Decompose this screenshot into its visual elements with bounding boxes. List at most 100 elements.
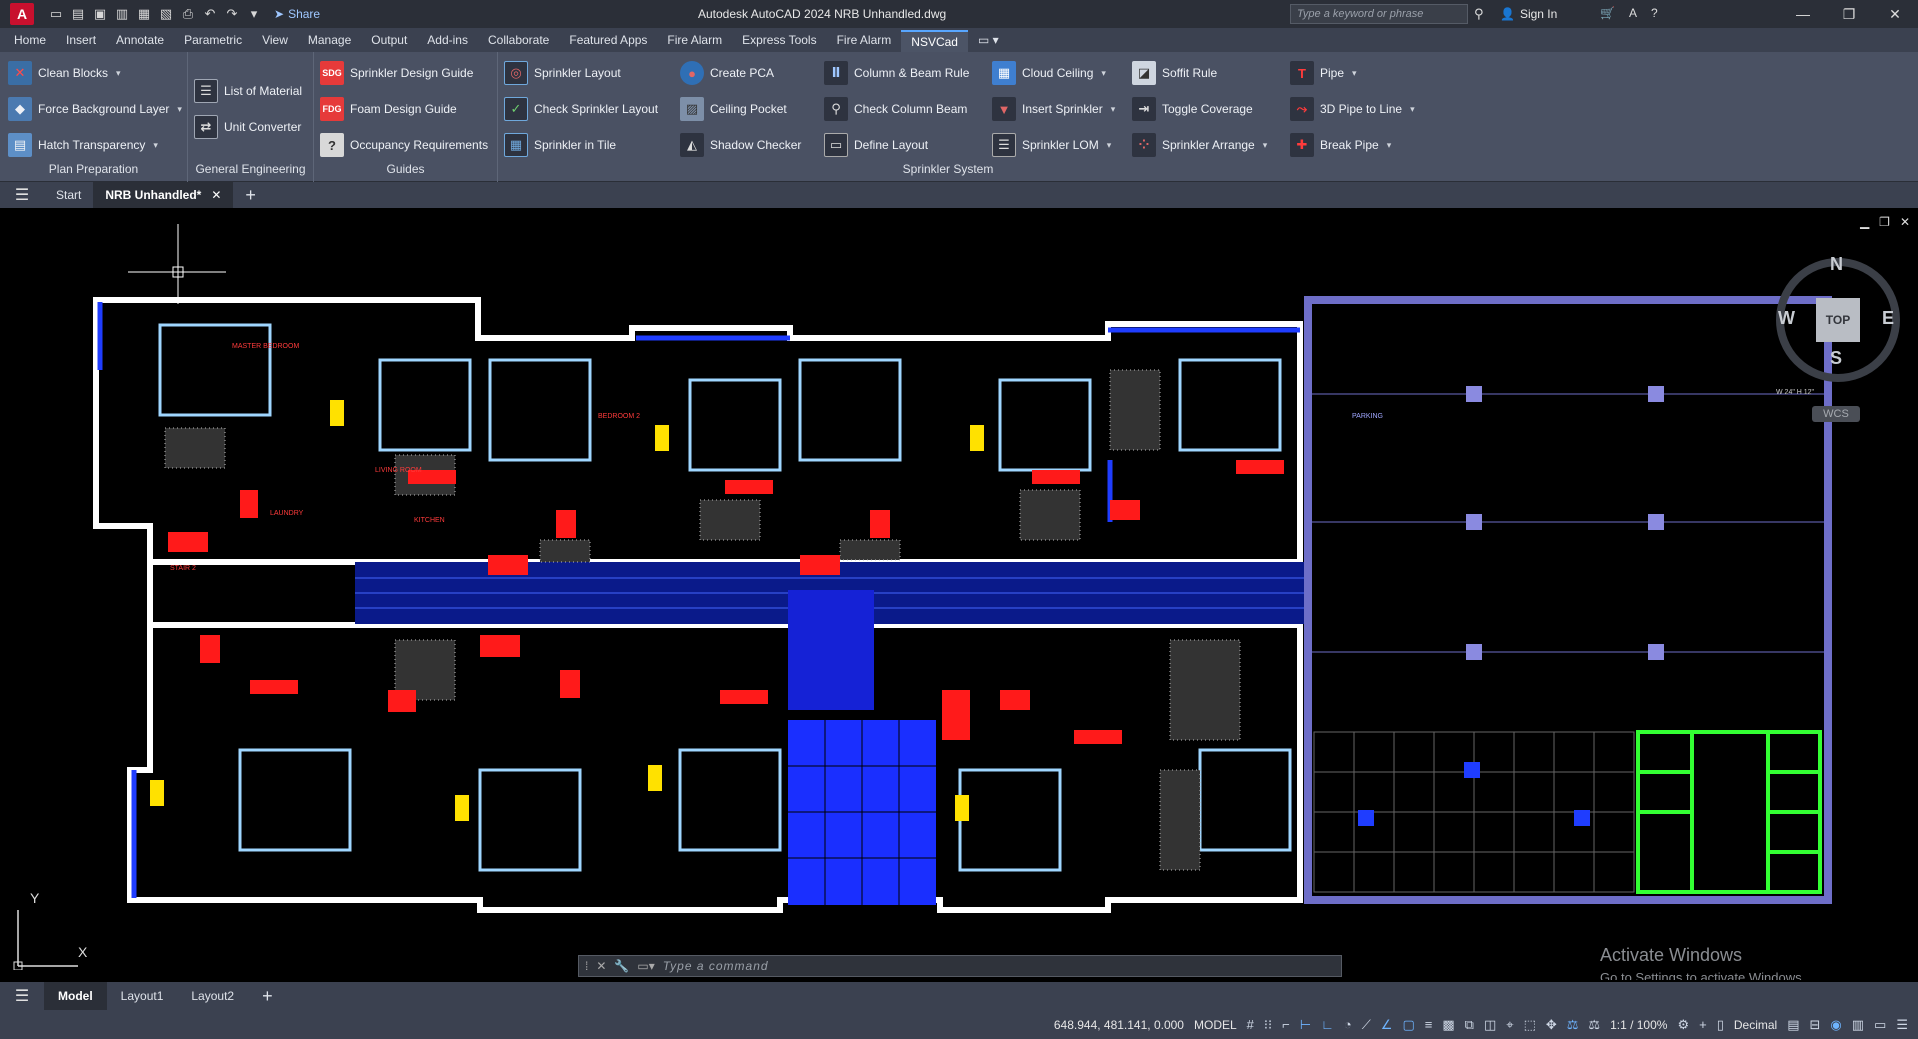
- isolate-objects-icon[interactable]: ◉: [1830, 1017, 1841, 1033]
- command-input[interactable]: Type a command: [663, 959, 769, 973]
- wcs-menu[interactable]: WCS: [1812, 406, 1860, 422]
- plot-icon[interactable]: ▧: [158, 6, 174, 22]
- lock-ui-icon[interactable]: ⊟: [1810, 1017, 1821, 1033]
- check-sprinkler-layout-button[interactable]: ✓ Check Sprinkler Layout: [504, 94, 658, 124]
- tab-collaborate[interactable]: Collaborate: [478, 30, 559, 52]
- check-column-beam-button[interactable]: ⚲ Check Column Beam: [824, 94, 967, 124]
- web-save-icon[interactable]: ▦: [136, 6, 152, 22]
- sign-in-button[interactable]: 👤 Sign In: [1500, 7, 1557, 21]
- viewcube-east[interactable]: E: [1882, 308, 1894, 329]
- drawing-viewport[interactable]: ▁ ❐ ✕ PARKING MASTER BEDROOM LIVING ROOM…: [0, 210, 1918, 980]
- gizmo-icon[interactable]: ✥: [1546, 1017, 1557, 1033]
- sprinkler-arrange-button[interactable]: ⁘ Sprinkler Arrange ▾: [1132, 130, 1267, 160]
- snap-icon[interactable]: ⁝⁝: [1264, 1017, 1272, 1033]
- create-pca-button[interactable]: ● Create PCA: [680, 58, 774, 88]
- occupancy-requirements-button[interactable]: ? Occupancy Requirements: [320, 130, 488, 160]
- tab-parametric[interactable]: Parametric: [174, 30, 252, 52]
- selection-cycling-icon[interactable]: ⧉: [1465, 1017, 1474, 1033]
- new-file-icon[interactable]: ▭: [48, 6, 64, 22]
- clean-screen-icon[interactable]: ▭: [1874, 1017, 1886, 1033]
- tab-fire-alarm[interactable]: Fire Alarm: [657, 30, 732, 52]
- tab-express-tools[interactable]: Express Tools: [732, 30, 826, 52]
- quick-properties-icon[interactable]: ▤: [1787, 1017, 1799, 1033]
- units-icon[interactable]: ▯: [1717, 1017, 1724, 1033]
- tab-fire-alarm-2[interactable]: Fire Alarm: [827, 30, 902, 52]
- tab-layout1[interactable]: Layout1: [107, 982, 178, 1010]
- 3d-object-snap-icon[interactable]: ◫: [1484, 1017, 1496, 1033]
- model-space-toggle[interactable]: MODEL: [1194, 1018, 1237, 1032]
- object-snap-tracking-icon[interactable]: ∠: [1381, 1017, 1393, 1033]
- open-folder-icon[interactable]: ▤: [70, 6, 86, 22]
- sprinkler-lom-button[interactable]: ☰ Sprinkler LOM ▾: [992, 130, 1111, 160]
- foam-design-guide-button[interactable]: FDG Foam Design Guide: [320, 94, 457, 124]
- recent-commands-icon[interactable]: ▭▾: [637, 959, 654, 973]
- viewcube-north[interactable]: N: [1830, 254, 1843, 275]
- tab-insert[interactable]: Insert: [56, 30, 106, 52]
- customization-icon[interactable]: ☰: [1896, 1017, 1908, 1033]
- workspace-settings-icon[interactable]: ⚙: [1677, 1017, 1689, 1033]
- search-input[interactable]: Type a keyword or phrase: [1290, 4, 1468, 24]
- file-tab-menu-icon[interactable]: ☰: [0, 182, 44, 208]
- restore-icon[interactable]: ❐: [1826, 0, 1872, 28]
- hatch-transparency-button[interactable]: ▤ Hatch Transparency ▾: [8, 130, 158, 160]
- search-icon[interactable]: ⚲: [1474, 6, 1484, 22]
- polar-tracking-icon[interactable]: ◔: [1344, 1017, 1352, 1032]
- tab-start[interactable]: Start: [44, 182, 93, 208]
- autodesk-app-icon[interactable]: A: [1629, 6, 1637, 20]
- unit-converter-button[interactable]: ⇄ Unit Converter: [194, 112, 301, 142]
- lineweight-icon[interactable]: ≡: [1425, 1017, 1433, 1032]
- coordinates-readout[interactable]: 648.944, 481.141, 0.000: [1054, 1018, 1184, 1032]
- share-button[interactable]: ➤ Share: [274, 7, 320, 21]
- auto-scale-icon[interactable]: ⚖: [1588, 1017, 1600, 1033]
- insert-sprinkler-button[interactable]: ▼ Insert Sprinkler ▾: [992, 94, 1115, 124]
- dynamic-input-icon[interactable]: ⊢: [1300, 1017, 1311, 1033]
- soffit-rule-button[interactable]: ◪ Soffit Rule: [1132, 58, 1217, 88]
- cloud-ceiling-button[interactable]: ▦ Cloud Ceiling ▾: [992, 58, 1106, 88]
- tab-view[interactable]: View: [252, 30, 298, 52]
- undo-icon[interactable]: ↶: [202, 6, 218, 22]
- pipe-button[interactable]: T Pipe ▾: [1290, 58, 1357, 88]
- tab-annotate[interactable]: Annotate: [106, 30, 174, 52]
- close-tab-icon[interactable]: ✕: [211, 188, 221, 202]
- annotation-monitor-icon[interactable]: +: [1699, 1017, 1707, 1032]
- command-line[interactable]: ⁞ ✕ 🔧 ▭▾ Type a command: [578, 955, 1342, 977]
- infer-constraints-icon[interactable]: ⌐: [1282, 1017, 1290, 1032]
- annotation-visibility-icon[interactable]: ⚖: [1567, 1017, 1579, 1033]
- annotation-scale[interactable]: 1:1 / 100%: [1610, 1018, 1667, 1032]
- transparency-icon[interactable]: ▩: [1442, 1017, 1454, 1033]
- ortho-icon[interactable]: ∟: [1321, 1017, 1334, 1032]
- shadow-checker-button[interactable]: ◭ Shadow Checker: [680, 130, 801, 160]
- minimize-icon[interactable]: —: [1780, 0, 1826, 28]
- tab-output[interactable]: Output: [361, 30, 417, 52]
- tab-home[interactable]: Home: [4, 30, 56, 52]
- toggle-coverage-button[interactable]: ⇥ Toggle Coverage: [1132, 94, 1253, 124]
- tab-layout2[interactable]: Layout2: [177, 982, 248, 1010]
- list-of-material-button[interactable]: ☰ List of Material: [194, 76, 302, 106]
- layout-tab-menu-icon[interactable]: ☰: [0, 983, 44, 1009]
- 3d-pipe-to-line-button[interactable]: ⤳ 3D Pipe to Line ▾: [1290, 94, 1415, 124]
- sprinkler-design-guide-button[interactable]: SDG Sprinkler Design Guide: [320, 58, 473, 88]
- tab-manage[interactable]: Manage: [298, 30, 361, 52]
- graphics-performance-icon[interactable]: ▥: [1852, 1017, 1864, 1033]
- selection-filter-icon[interactable]: ⬚: [1524, 1017, 1536, 1033]
- command-line-settings-icon[interactable]: 🔧: [614, 959, 629, 973]
- help-icon[interactable]: ?: [1651, 6, 1658, 20]
- ceiling-pocket-button[interactable]: ▨ Ceiling Pocket: [680, 94, 787, 124]
- ribbon-display-toggle[interactable]: ▭ ▾: [968, 30, 1009, 52]
- tab-model[interactable]: Model: [44, 982, 107, 1010]
- define-layout-button[interactable]: ▭ Define Layout: [824, 130, 928, 160]
- customize-qat-icon[interactable]: ▾: [246, 6, 262, 22]
- save-as-icon[interactable]: ▥: [114, 6, 130, 22]
- redo-icon[interactable]: ↷: [224, 6, 240, 22]
- force-background-layer-button[interactable]: ◆ Force Background Layer ▾: [8, 94, 182, 124]
- units-selector[interactable]: Decimal: [1734, 1018, 1777, 1032]
- viewcube[interactable]: TOP N S E W: [1776, 254, 1900, 382]
- command-line-grip-icon[interactable]: ⁞: [585, 959, 588, 973]
- save-icon[interactable]: ▣: [92, 6, 108, 22]
- dynamic-ucs-icon[interactable]: ⌖: [1506, 1017, 1513, 1033]
- autocad-logo[interactable]: A: [10, 3, 34, 25]
- grid-icon[interactable]: #: [1247, 1017, 1254, 1032]
- break-pipe-button[interactable]: ✚ Break Pipe ▾: [1290, 130, 1391, 160]
- print-icon[interactable]: ⎙: [180, 6, 196, 22]
- column-beam-rule-button[interactable]: Ⅱ Column & Beam Rule: [824, 58, 969, 88]
